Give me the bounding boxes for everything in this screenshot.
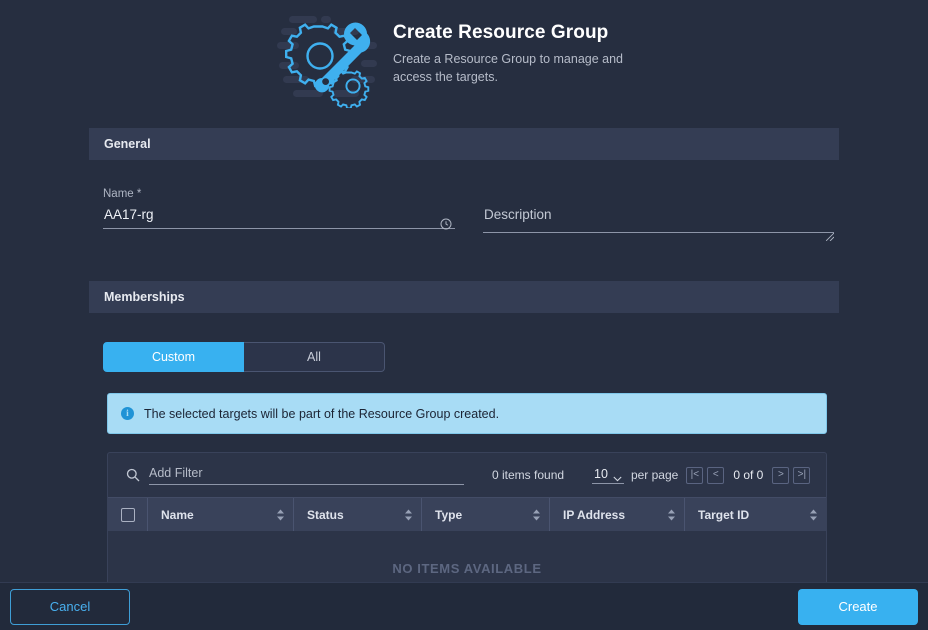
per-page-label: per page [630, 468, 679, 482]
section-title-general: General [104, 137, 151, 151]
filter-search-group [126, 465, 464, 485]
sort-icon [533, 509, 540, 520]
select-all-checkbox[interactable] [120, 507, 135, 522]
info-banner-text: The selected targets will be part of the… [144, 406, 500, 421]
section-title-memberships: Memberships [104, 290, 185, 304]
header-text-block: Create Resource Group Create a Resource … [393, 12, 643, 86]
per-page-value: 10 [594, 466, 608, 481]
info-icon: i [121, 407, 134, 420]
sort-icon [810, 509, 817, 520]
toggle-all-button[interactable]: All [244, 342, 385, 372]
description-field-group [483, 187, 835, 242]
column-header-type[interactable]: Type [422, 498, 550, 531]
column-label-target-id: Target ID [698, 507, 750, 522]
create-resource-group-page: Create Resource Group Create a Resource … [0, 0, 928, 630]
items-found-label: 0 items found [492, 468, 565, 482]
column-label-status: Status [307, 507, 344, 522]
toggle-custom-button[interactable]: Custom [103, 342, 244, 372]
column-header-status[interactable]: Status [294, 498, 422, 531]
page-title: Create Resource Group [393, 22, 609, 43]
column-label-ip-address: IP Address [563, 507, 626, 522]
history-icon[interactable] [440, 217, 452, 230]
section-header-general: General [89, 128, 839, 160]
per-page-select[interactable]: 10 [592, 467, 624, 484]
sort-icon [277, 509, 284, 520]
pager-next-button[interactable]: > [772, 466, 790, 484]
empty-state-text: NO ITEMS AVAILABLE [392, 561, 542, 576]
section-header-memberships: Memberships [89, 281, 839, 313]
column-header-ip-address[interactable]: IP Address [550, 498, 685, 531]
column-header-target-id[interactable]: Target ID [685, 498, 826, 531]
sort-icon [405, 509, 412, 520]
gear-wrench-icon [275, 12, 385, 108]
info-banner: i The selected targets will be part of t… [107, 393, 827, 434]
pager-count-label: 0 of 0 [733, 468, 764, 482]
table-header-row: Name Status Type IP Address Target ID [108, 497, 826, 531]
page-subtitle: Create a Resource Group to manage and ac… [393, 52, 623, 84]
column-header-name[interactable]: Name [148, 498, 294, 531]
search-icon [126, 468, 140, 482]
general-form-row: Name * [89, 160, 839, 242]
pagination-controls: |< < 0 of 0 > >| [686, 466, 811, 484]
pager-last-button[interactable]: >| [793, 466, 811, 484]
chevron-down-icon [613, 471, 622, 481]
select-all-cell [108, 498, 148, 531]
targets-table-card: 0 items found 10 per page |< < 0 of 0 [107, 452, 827, 602]
cancel-button[interactable]: Cancel [10, 588, 130, 625]
table-toolbar: 0 items found 10 per page |< < 0 of 0 [108, 453, 826, 497]
column-label-name: Name [161, 507, 194, 522]
name-label: Name * [103, 188, 142, 200]
footer-action-bar: Cancel Create [0, 582, 928, 630]
per-page-group: 10 per page [592, 467, 678, 484]
sort-icon [668, 509, 675, 520]
pager-prev-button[interactable]: < [707, 466, 725, 484]
name-field-group: Name * [103, 187, 455, 238]
pager-first-button[interactable]: |< [686, 466, 704, 484]
create-button[interactable]: Create [798, 588, 918, 625]
filter-input[interactable] [149, 465, 464, 485]
column-label-type: Type [435, 507, 463, 522]
membership-toggle-group: Custom All [89, 342, 839, 372]
page-header: Create Resource Group Create a Resource … [0, 0, 928, 110]
description-textarea[interactable] [483, 207, 834, 233]
name-input[interactable] [103, 207, 455, 229]
